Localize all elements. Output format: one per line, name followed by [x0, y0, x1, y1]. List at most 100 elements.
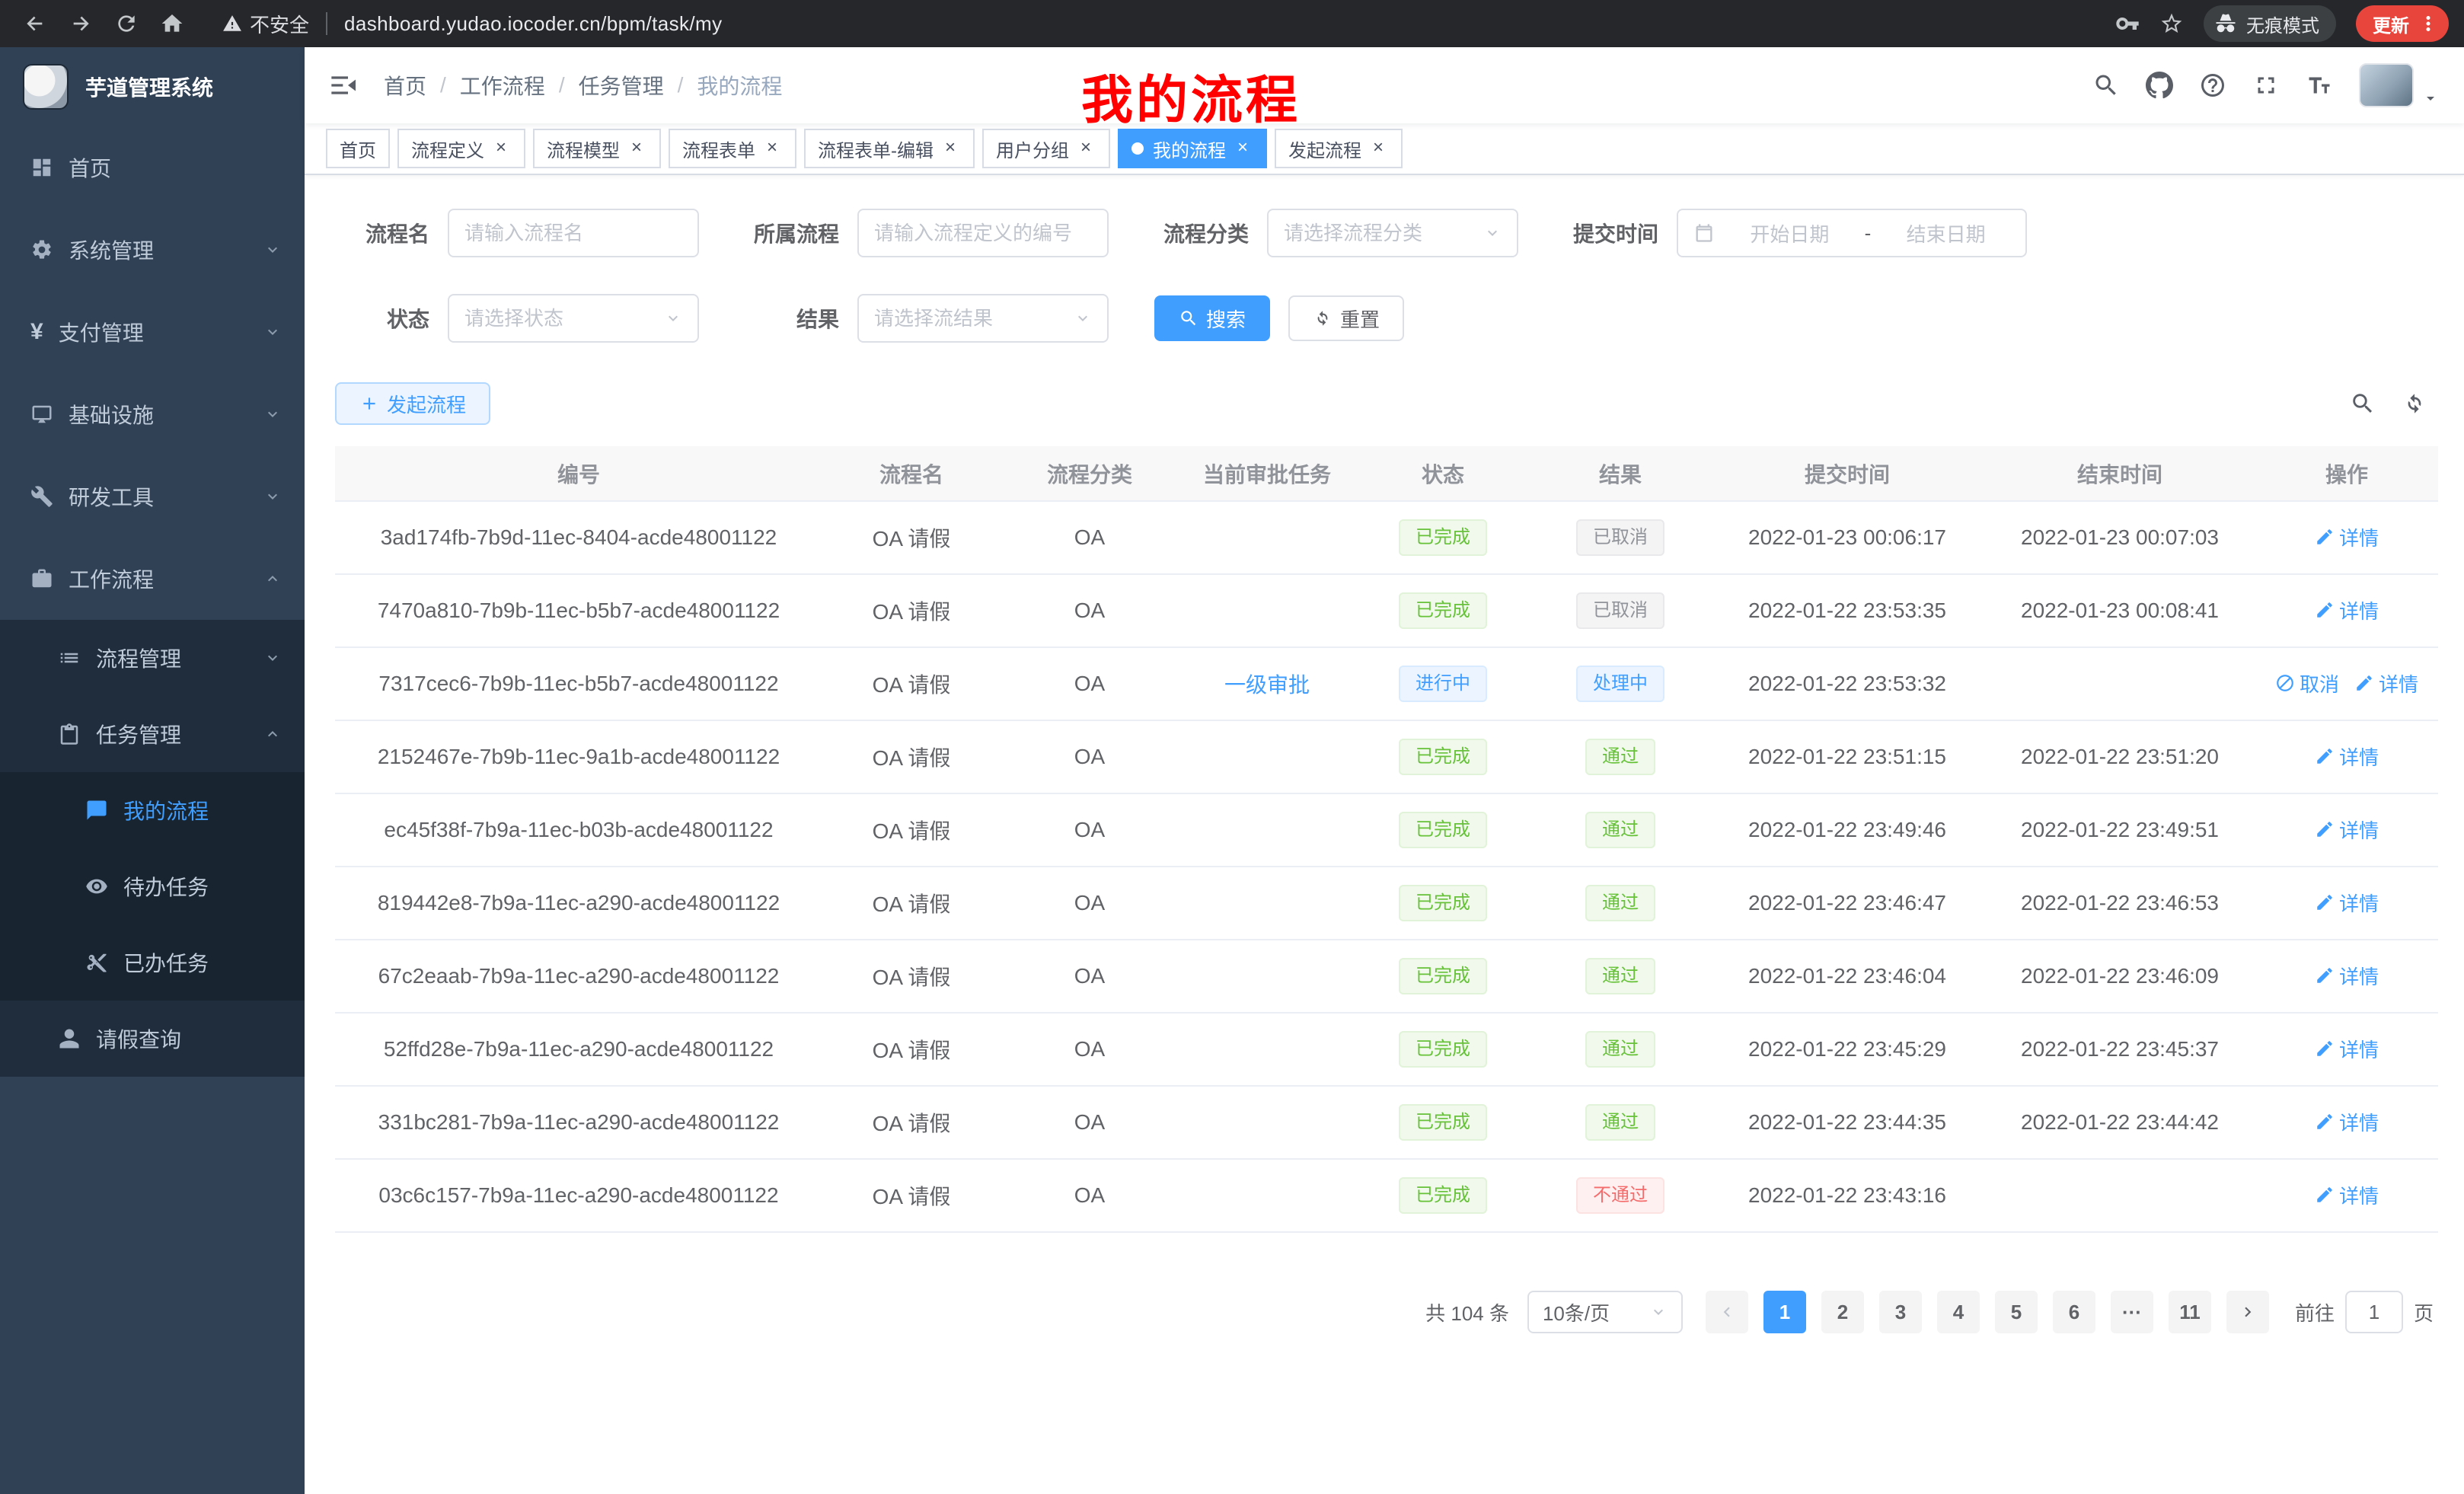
next-page-button[interactable] — [2226, 1291, 2269, 1333]
sidebar-item-home[interactable]: 首页 — [0, 126, 305, 209]
create-process-button[interactable]: 发起流程 — [335, 382, 490, 425]
sidebar-item-leave-query[interactable]: 请假查询 — [0, 1001, 305, 1077]
status-select[interactable] — [448, 294, 699, 343]
detail-link[interactable]: 详情 — [2315, 816, 2379, 844]
font-size-icon[interactable] — [2306, 72, 2333, 99]
page-button-4[interactable]: 4 — [1937, 1291, 1980, 1333]
sidebar-item-todo-task[interactable]: 待办任务 — [0, 848, 305, 924]
not-secure-warning[interactable]: 不安全 — [222, 10, 309, 38]
hamburger-icon[interactable] — [329, 70, 359, 101]
cell-end-time: 2022-01-22 23:45:37 — [1984, 1013, 2255, 1086]
sidebar-item-task-management[interactable]: 任务管理 — [0, 696, 305, 772]
result-badge: 通过 — [1585, 1031, 1655, 1068]
cell-submit-time: 2022-01-22 23:53:35 — [1710, 574, 1984, 647]
browser-menu-icon[interactable] — [2417, 12, 2440, 35]
detail-link[interactable]: 详情 — [2315, 596, 2379, 624]
detail-link[interactable]: 详情 — [2315, 742, 2379, 771]
page-button-2[interactable]: 2 — [1821, 1291, 1864, 1333]
sidebar-item-payment[interactable]: ¥支付管理 — [0, 291, 305, 373]
detail-link[interactable]: 详情 — [2315, 889, 2379, 917]
tab-process-form-edit[interactable]: 流程表单-编辑× — [804, 129, 975, 168]
category-select[interactable] — [1267, 209, 1518, 257]
incognito-icon — [2214, 12, 2237, 35]
home-icon[interactable] — [152, 4, 192, 43]
tab-process-form[interactable]: 流程表单× — [669, 129, 796, 168]
close-icon[interactable]: × — [626, 138, 647, 159]
address-bar[interactable]: 不安全 dashboard.yudao.iocoder.cn/bpm/task/… — [222, 10, 2115, 38]
tab-home[interactable]: 首页 — [326, 129, 390, 168]
bookmark-star-icon[interactable] — [2159, 11, 2184, 36]
close-icon[interactable]: × — [1232, 138, 1253, 159]
page-button-5[interactable]: 5 — [1995, 1291, 2038, 1333]
header-search-icon[interactable] — [2092, 72, 2120, 99]
detail-link[interactable]: 详情 — [2315, 523, 2379, 551]
sidebar-item-process-management[interactable]: 流程管理 — [0, 620, 305, 696]
result-select[interactable] — [857, 294, 1109, 343]
status-select-input[interactable] — [464, 307, 664, 330]
help-icon[interactable] — [2199, 72, 2226, 99]
reset-button[interactable]: 重置 — [1288, 295, 1404, 341]
sidebar-item-infrastructure[interactable]: 基础设施 — [0, 373, 305, 455]
detail-link[interactable]: 详情 — [2354, 669, 2418, 698]
filter-submit-time: 提交时间 开始日期 - 结束日期 — [1564, 209, 2027, 257]
tab-process-definition[interactable]: 流程定义× — [397, 129, 525, 168]
detail-link[interactable]: 详情 — [2315, 1108, 2379, 1136]
goto-page-input[interactable] — [2345, 1291, 2403, 1333]
filter-label: 流程分类 — [1154, 218, 1249, 248]
reload-icon[interactable] — [107, 4, 146, 43]
sidebar-item-workflow[interactable]: 工作流程 — [0, 538, 305, 620]
close-icon[interactable]: × — [1075, 138, 1096, 159]
tab-user-group[interactable]: 用户分组× — [982, 129, 1110, 168]
page-ellipsis[interactable]: ··· — [2111, 1291, 2153, 1333]
fullscreen-icon[interactable] — [2252, 72, 2280, 99]
close-icon[interactable]: × — [490, 138, 512, 159]
breadcrumb-item[interactable]: 任务管理 — [579, 70, 664, 101]
current-task-link[interactable]: 一级审批 — [1224, 673, 1310, 697]
breadcrumb-item[interactable]: 首页 — [384, 70, 426, 101]
update-button[interactable]: 更新 — [2356, 5, 2449, 42]
cell-id: 03c6c157-7b9a-11ec-a290-acde48001122 — [335, 1159, 822, 1232]
category-select-input[interactable] — [1284, 222, 1483, 245]
tab-start-process[interactable]: 发起流程× — [1275, 129, 1403, 168]
cell-id: 3ad174fb-7b9d-11ec-8404-acde48001122 — [335, 501, 822, 574]
search-button[interactable]: 搜索 — [1154, 295, 1270, 341]
incognito-badge[interactable]: 无痕模式 — [2204, 5, 2336, 42]
detail-link[interactable]: 详情 — [2315, 962, 2379, 990]
page-button-6[interactable]: 6 — [2053, 1291, 2095, 1333]
page-button-11[interactable]: 11 — [2169, 1291, 2211, 1333]
cell-current-task — [1179, 1086, 1355, 1159]
date-range-picker[interactable]: 开始日期 - 结束日期 — [1677, 209, 2027, 257]
app-logo-row[interactable]: 芋道管理系统 — [0, 47, 305, 126]
cancel-link[interactable]: 取消 — [2275, 669, 2339, 698]
close-icon[interactable]: × — [940, 138, 961, 159]
tab-my-process[interactable]: 我的流程× — [1118, 129, 1267, 168]
user-menu[interactable] — [2359, 63, 2440, 107]
tab-process-model[interactable]: 流程模型× — [533, 129, 661, 168]
close-icon[interactable]: × — [1368, 138, 1389, 159]
process-id-input[interactable] — [874, 222, 1092, 245]
process-name-input[interactable] — [464, 222, 682, 245]
detail-link[interactable]: 详情 — [2315, 1181, 2379, 1209]
toggle-search-icon[interactable] — [2350, 391, 2376, 417]
detail-link[interactable]: 详情 — [2315, 1035, 2379, 1063]
sidebar-item-devtools[interactable]: 研发工具 — [0, 455, 305, 538]
cell-category: OA — [1001, 720, 1179, 793]
result-badge: 已取消 — [1576, 519, 1664, 556]
sidebar-item-my-process[interactable]: 我的流程 — [0, 772, 305, 848]
breadcrumb-item[interactable]: 工作流程 — [460, 70, 545, 101]
table-row: 52ffd28e-7b9a-11ec-a290-acde48001122OA 请… — [335, 1013, 2438, 1086]
close-icon[interactable]: × — [761, 138, 783, 159]
sidebar-item-done-task[interactable]: 已办任务 — [0, 924, 305, 1001]
refresh-table-icon[interactable] — [2402, 391, 2427, 417]
page-button-3[interactable]: 3 — [1879, 1291, 1922, 1333]
result-select-input[interactable] — [874, 307, 1074, 330]
github-icon[interactable] — [2146, 72, 2173, 99]
back-icon[interactable] — [15, 4, 55, 43]
prev-page-button[interactable] — [1706, 1291, 1748, 1333]
page-button-1[interactable]: 1 — [1763, 1291, 1806, 1333]
page-size-select[interactable]: 10条/页 — [1527, 1291, 1683, 1333]
key-icon[interactable] — [2115, 11, 2140, 36]
cell-actions: 取消详情 — [2255, 647, 2438, 720]
sidebar-item-system[interactable]: 系统管理 — [0, 209, 305, 291]
forward-icon[interactable] — [61, 4, 101, 43]
